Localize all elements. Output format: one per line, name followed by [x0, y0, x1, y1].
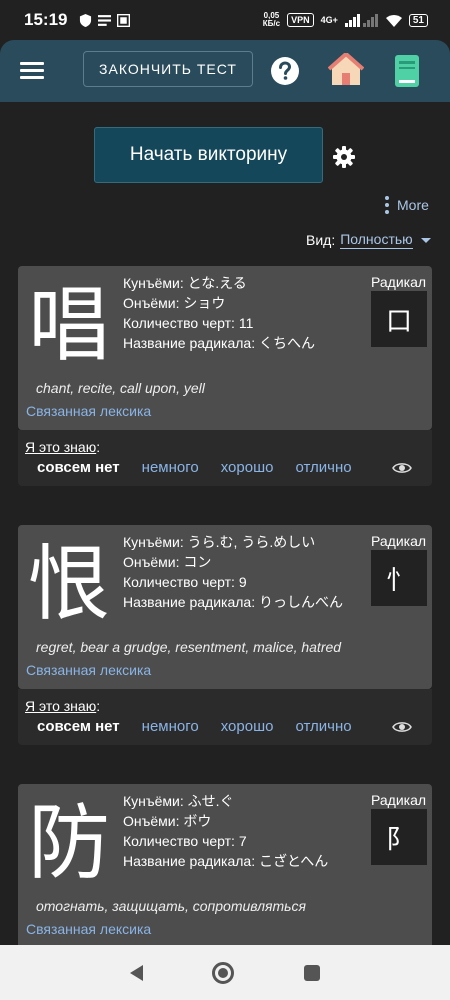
related-vocab-link[interactable]: Связанная лексика: [26, 921, 151, 937]
kun-reading: とな.える: [187, 275, 247, 291]
radical-box[interactable]: ⺖: [371, 550, 427, 606]
eye-icon[interactable]: [392, 461, 412, 475]
shield-icon: [80, 13, 92, 27]
kun-reading: うら.む, うら.めしい: [187, 534, 316, 550]
view-selector[interactable]: Вид: Полностью: [306, 231, 431, 249]
radical-name: りっしんべん: [258, 594, 343, 610]
rating-option-none[interactable]: совсем нет: [37, 459, 120, 476]
kanji-meaning: regret, bear a grudge, resentment, malic…: [36, 639, 342, 655]
back-icon[interactable]: [129, 964, 143, 981]
home-circle-icon[interactable]: [212, 961, 235, 984]
menu-icon[interactable]: [20, 62, 44, 80]
view-select-value[interactable]: Полностью: [340, 231, 413, 249]
book-icon[interactable]: [395, 55, 419, 87]
more-vert-icon: [385, 196, 389, 214]
eye-icon[interactable]: [392, 720, 412, 734]
rating-option-good[interactable]: хорошо: [221, 459, 274, 476]
on-reading: ショウ: [183, 295, 226, 311]
rating-option-little[interactable]: немного: [142, 718, 199, 735]
battery-indicator: 51: [408, 13, 428, 27]
finish-test-button[interactable]: ЗАКОНЧИТЬ ТЕСТ: [83, 51, 253, 87]
radical-label: Радикал: [371, 792, 427, 808]
status-bar: 15:19 0,05 КБ/с VPN 4G+ 51: [0, 0, 450, 40]
kanji-character: 防: [27, 796, 110, 891]
know-label: Я это знаю:: [25, 439, 101, 455]
kanji-character: 恨: [27, 537, 110, 632]
recent-apps-icon[interactable]: [304, 964, 321, 981]
radical-name: くちへん: [258, 335, 315, 351]
kanji-card: 防 Кунъёми: ふせ.ぐ Онъёми: ボウ Количество че…: [18, 784, 432, 954]
kanji-meaning: chant, recite, call upon, yell: [36, 380, 205, 396]
more-label: More: [397, 197, 429, 213]
radical-name: こざとへん: [258, 853, 329, 869]
knowledge-rating: Я это знаю: совсем нет немного хорошо от…: [18, 430, 432, 486]
system-nav-bar: [0, 945, 450, 1000]
kanji-card: 唱 Кунъёми: とな.える Онъёми: ショウ Количество …: [18, 266, 432, 430]
radical-box[interactable]: 阝: [371, 809, 427, 865]
status-time: 15:19: [24, 10, 68, 29]
kanji-character: 唱: [27, 278, 110, 373]
radical-box[interactable]: 口: [371, 291, 427, 347]
on-reading: ボウ: [183, 813, 212, 829]
notes-icon: [98, 14, 112, 26]
kun-reading: ふせ.ぐ: [187, 793, 234, 809]
more-menu[interactable]: More: [385, 196, 429, 214]
kanji-readings: Кунъёми: とな.える Онъёми: ショウ Количество че…: [123, 275, 315, 351]
kanji-card: 恨 Кунъёми: うら.む, うら.めしい Онъёми: コン Колич…: [18, 525, 432, 689]
knowledge-rating: Я это знаю: совсем нет немного хорошо от…: [18, 689, 432, 745]
stroke-count: 11: [238, 315, 254, 331]
dropdown-caret-icon: [420, 237, 431, 243]
kanji-meaning: отогнать, защищать, сопротивляться: [36, 898, 307, 914]
kanji-readings: Кунъёми: ふせ.ぐ Онъёми: ボウ Количество черт…: [123, 793, 329, 869]
gear-icon[interactable]: [333, 146, 355, 168]
help-icon[interactable]: [270, 56, 300, 86]
home-icon[interactable]: [328, 53, 364, 87]
know-label: Я это знаю:: [25, 698, 101, 714]
radical-label: Радикал: [371, 274, 427, 290]
start-quiz-button[interactable]: Начать викторину: [94, 127, 323, 183]
rating-option-excellent[interactable]: отлично: [295, 718, 351, 735]
stroke-count: 9: [238, 574, 247, 590]
rating-option-excellent[interactable]: отлично: [295, 459, 351, 476]
rating-option-none[interactable]: совсем нет: [37, 718, 120, 735]
related-vocab-link[interactable]: Связанная лексика: [26, 403, 151, 419]
related-vocab-link[interactable]: Связанная лексика: [26, 662, 151, 678]
network-type: 4G+: [320, 15, 338, 25]
screenshot-icon: [117, 13, 131, 27]
wifi-icon: [385, 14, 402, 27]
network-speed: 0,05 КБ/с: [262, 11, 281, 28]
signal-icon: [344, 14, 378, 27]
view-label: Вид:: [306, 232, 336, 248]
radical-label: Радикал: [371, 533, 427, 549]
rating-option-good[interactable]: хорошо: [221, 718, 274, 735]
app-header: ЗАКОНЧИТЬ ТЕСТ: [0, 40, 450, 102]
rating-option-little[interactable]: немного: [142, 459, 199, 476]
stroke-count: 7: [238, 833, 247, 849]
vpn-badge: VPN: [287, 13, 314, 27]
on-reading: コン: [183, 554, 212, 570]
kanji-readings: Кунъёми: うら.む, うら.めしい Онъёми: コン Количес…: [123, 534, 343, 610]
